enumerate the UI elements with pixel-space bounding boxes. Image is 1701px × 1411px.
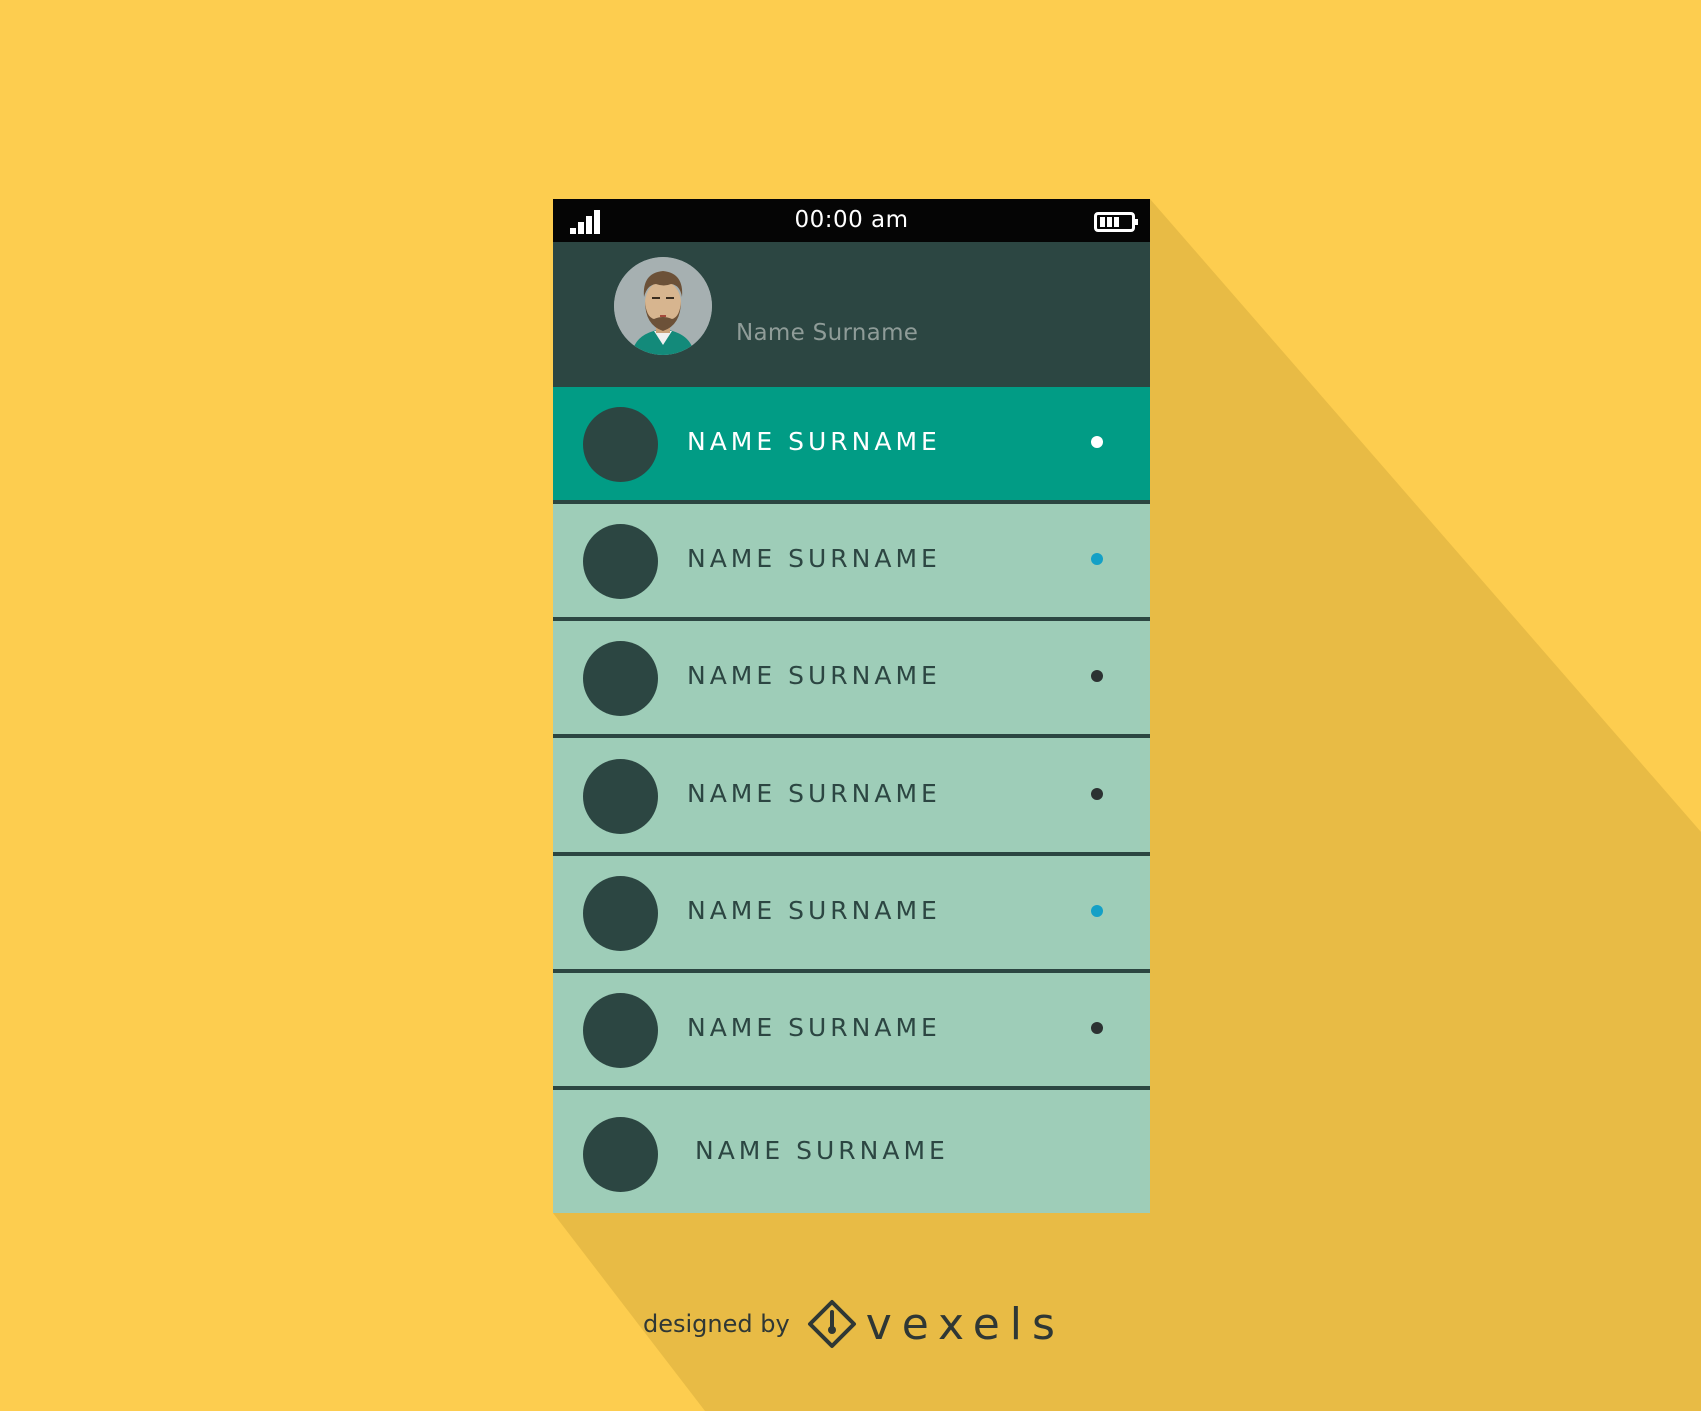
contact-row[interactable]: NAME SURNAME [553, 504, 1150, 621]
status-dot [1091, 670, 1103, 682]
contact-name: NAME SURNAME [687, 427, 941, 456]
profile-header: Name Surname [553, 242, 1150, 387]
status-bar: 00:00 am [553, 199, 1150, 242]
profile-name: Name Surname [736, 320, 919, 346]
status-dot [1091, 436, 1103, 448]
contact-avatar [583, 524, 658, 599]
battery-icon [1094, 212, 1138, 232]
contact-avatar [583, 759, 658, 834]
status-time: 00:00 am [794, 207, 909, 233]
watermark-prefix: designed by [643, 1310, 790, 1338]
watermark: designed by vexels [643, 1296, 1065, 1352]
contact-row[interactable]: NAME SURNAME [553, 1091, 1150, 1213]
profile-avatar[interactable] [614, 257, 712, 355]
contact-avatar [583, 876, 658, 951]
contact-name: NAME SURNAME [687, 896, 941, 925]
contact-row[interactable]: NAME SURNAME [553, 973, 1150, 1090]
contact-list: NAME SURNAME NAME SURNAME NAME SURNAME N… [553, 387, 1150, 1213]
contact-row[interactable]: NAME SURNAME [553, 739, 1150, 856]
contact-avatar [583, 641, 658, 716]
contact-name: NAME SURNAME [687, 779, 941, 808]
contact-avatar [583, 407, 658, 482]
contact-name: NAME SURNAME [687, 544, 941, 573]
status-dot [1091, 788, 1103, 800]
vexels-diamond-logo-icon [807, 1300, 856, 1348]
contact-name: NAME SURNAME [687, 1013, 941, 1042]
status-dot [1091, 553, 1103, 565]
contact-avatar [583, 993, 658, 1068]
watermark-brand: vexels [865, 1298, 1065, 1350]
status-dot [1091, 1022, 1103, 1034]
phone-screen: 00:00 am Name Surname NAME SURNAME NAME … [553, 199, 1150, 1213]
contact-row[interactable]: NAME SURNAME [553, 387, 1150, 504]
contact-row[interactable]: NAME SURNAME [553, 856, 1150, 973]
contact-name: NAME SURNAME [695, 1136, 949, 1165]
bearded-man-avatar-icon [614, 257, 712, 355]
contact-name: NAME SURNAME [687, 661, 941, 690]
status-dot [1091, 905, 1103, 917]
contact-avatar [583, 1117, 658, 1192]
contact-row[interactable]: NAME SURNAME [553, 621, 1150, 738]
